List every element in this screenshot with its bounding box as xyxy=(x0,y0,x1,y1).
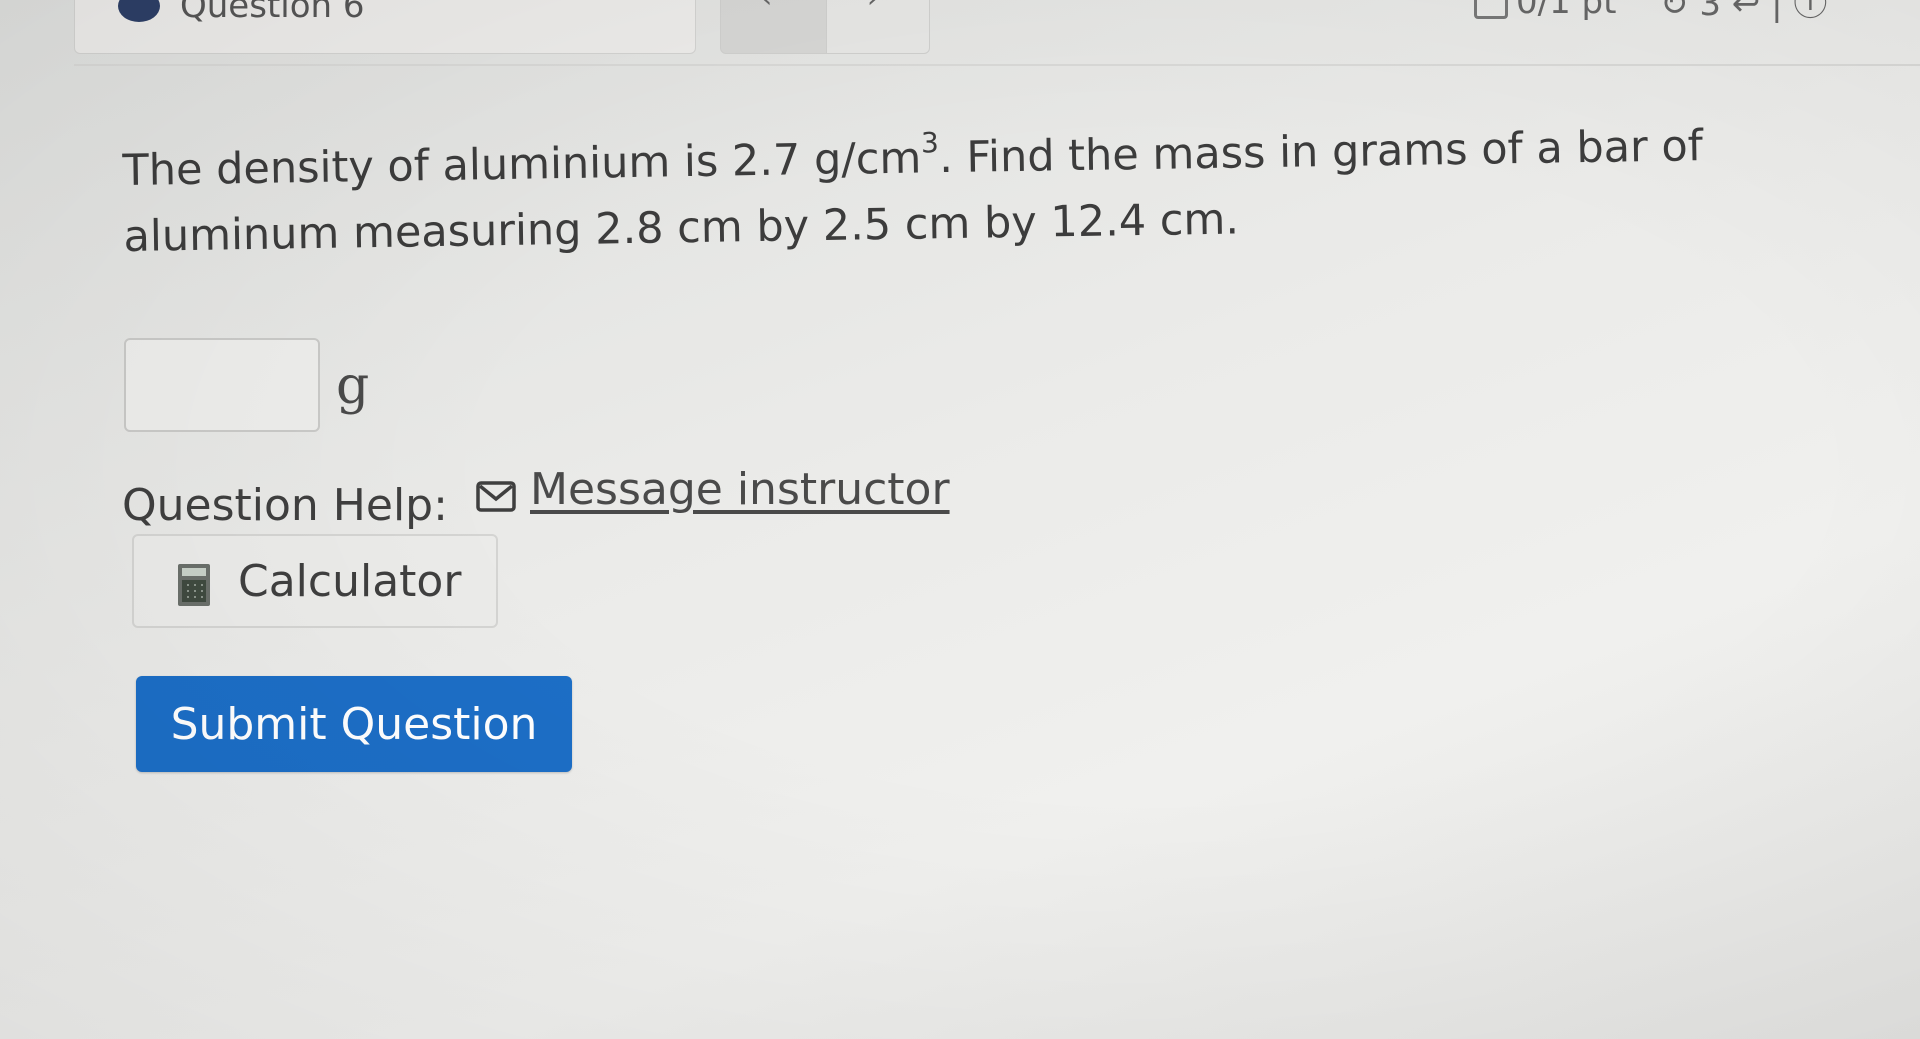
answer-unit: g xyxy=(336,356,370,416)
header-divider xyxy=(74,64,1920,66)
previous-question-button[interactable]: ‹ xyxy=(720,0,828,54)
question-help-label: Question Help: xyxy=(122,480,448,531)
calculator-label: Calculator xyxy=(238,556,462,607)
question-selector[interactable] xyxy=(74,0,696,54)
info-icon[interactable]: ⓘ xyxy=(1793,0,1827,24)
top-navigation: Question 6 ‹ › 0/1 pt ↻ 3 ↩ | ⓘ xyxy=(0,0,1920,66)
chevron-left-icon: ‹ xyxy=(761,0,772,14)
envelope-icon xyxy=(476,481,516,512)
calculator-button[interactable]: Calculator xyxy=(132,534,498,628)
attempt-icons: ↻ 3 ↩ | ⓘ xyxy=(1660,0,1827,25)
message-instructor-link[interactable]: Message instructor xyxy=(530,464,950,515)
page: Question 6 ‹ › 0/1 pt ↻ 3 ↩ | ⓘ The dens… xyxy=(0,0,1920,1039)
separator-icon: | xyxy=(1771,0,1783,24)
chevron-right-icon: › xyxy=(867,0,878,14)
next-question-button[interactable]: › xyxy=(826,0,930,54)
answer-input[interactable] xyxy=(124,338,320,432)
submit-question-button[interactable]: Submit Question xyxy=(136,676,572,772)
undo-icon[interactable]: ↩ xyxy=(1732,0,1761,24)
retries-count: 3 xyxy=(1699,0,1721,24)
question-text-main: The density of aluminium is 2.7 g/cm xyxy=(122,133,922,196)
calculator-icon xyxy=(178,564,210,606)
retry-icon: ↻ xyxy=(1660,0,1689,24)
question-label: Question 6 xyxy=(180,0,365,26)
question-exponent: 3 xyxy=(920,126,940,160)
score-icon xyxy=(1474,0,1508,19)
question-text: The density of aluminium is 2.7 g/cm3. F… xyxy=(122,110,1884,270)
score-text: 0/1 pt xyxy=(1516,0,1617,22)
